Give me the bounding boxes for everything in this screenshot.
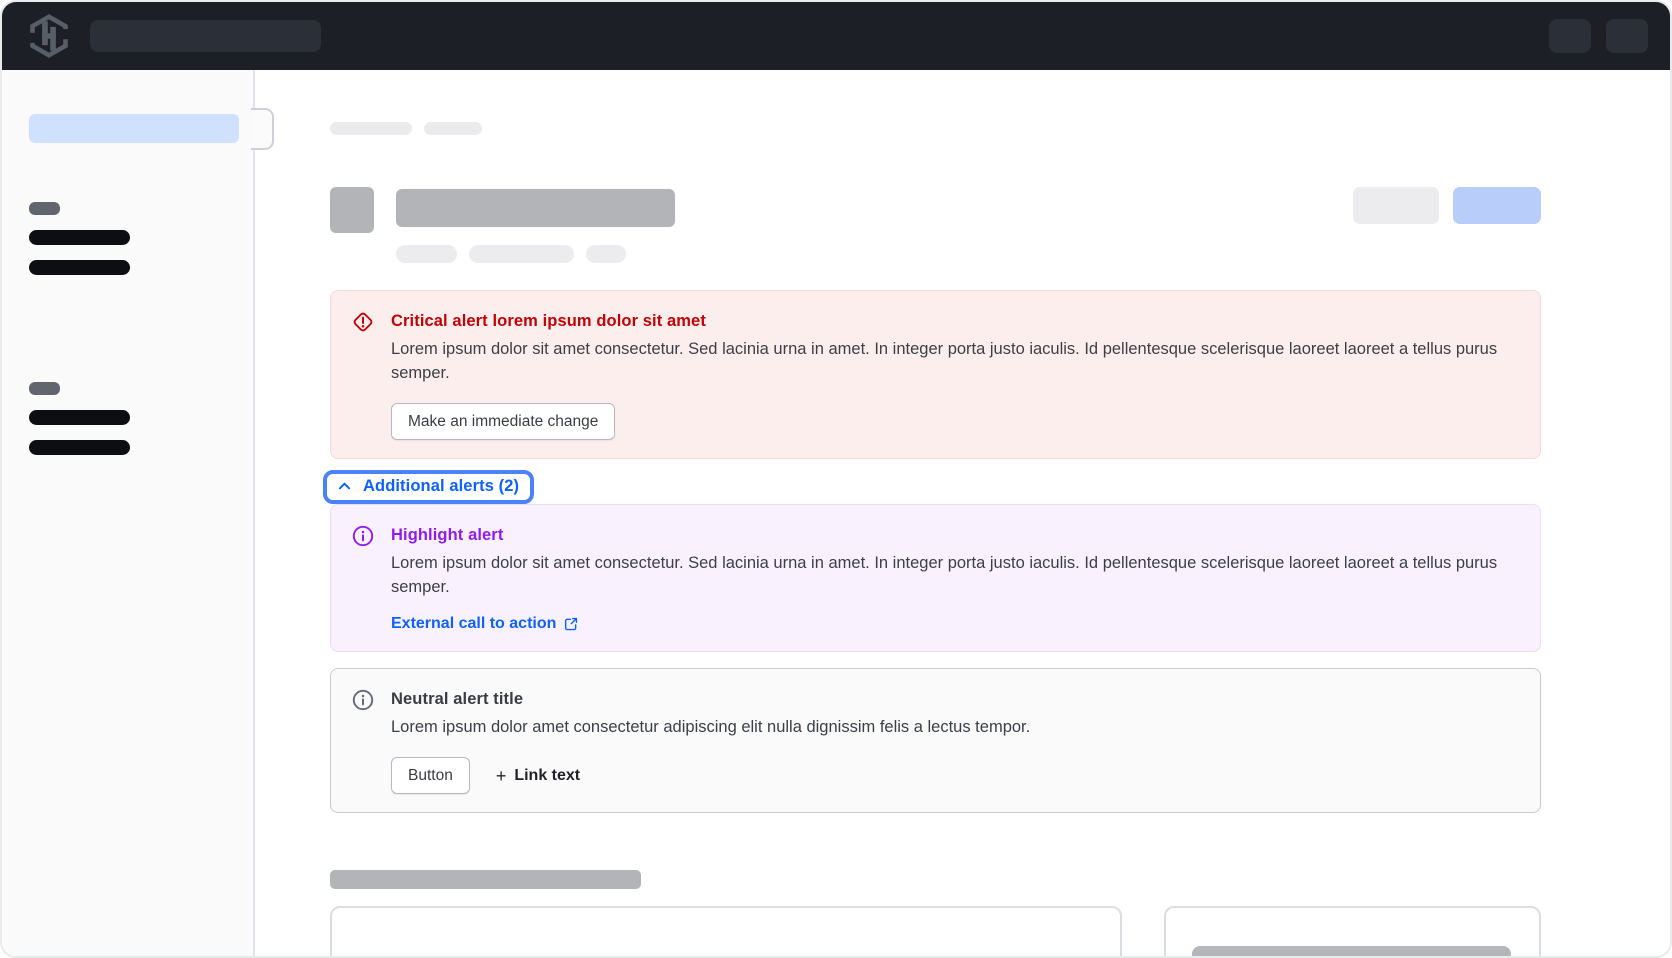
user-menu-skeleton[interactable]: [1606, 19, 1648, 53]
page-icon-skeleton: [330, 187, 374, 233]
neutral-alert-title: Neutral alert title: [391, 687, 1520, 711]
plus-icon: +: [496, 767, 507, 785]
section-title-skeleton: [330, 870, 641, 889]
page-title-skeleton: [396, 189, 675, 227]
sidebar: [2, 70, 255, 958]
sidebar-item-selected-skeleton[interactable]: [29, 114, 239, 143]
primary-button-skeleton[interactable]: [1453, 187, 1541, 224]
sidebar-item-skeleton[interactable]: [29, 260, 130, 275]
critical-alert-title: Critical alert lorem ipsum dolor sit ame…: [391, 309, 1520, 333]
sidebar-item-skeleton[interactable]: [29, 230, 130, 245]
critical-alert: Critical alert lorem ipsum dolor sit ame…: [330, 290, 1541, 459]
neutral-alert: Neutral alert title Lorem ipsum dolor am…: [330, 668, 1541, 813]
page-header-actions: [1353, 187, 1541, 224]
main-content: Critical alert lorem ipsum dolor sit ame…: [255, 70, 1670, 958]
sidebar-collapse-handle[interactable]: [251, 108, 274, 150]
focus-ring: Additional alerts (2): [323, 470, 534, 504]
badge-skeleton: [586, 245, 626, 263]
badge-skeleton: [396, 245, 457, 263]
help-button-skeleton[interactable]: [1549, 19, 1591, 53]
info-circle-icon: [351, 688, 375, 712]
badge-skeleton: [469, 245, 574, 263]
make-immediate-change-button[interactable]: Make an immediate change: [391, 403, 615, 440]
sidebar-section-label-skeleton: [29, 382, 60, 395]
sidebar-item-skeleton[interactable]: [29, 440, 130, 455]
external-call-to-action-link[interactable]: External call to action: [391, 615, 579, 633]
cards-row: [330, 906, 1541, 958]
highlight-alert-description: Lorem ipsum dolor sit amet consectetur. …: [391, 551, 1516, 599]
breadcrumb-item-skeleton[interactable]: [424, 122, 482, 135]
link-text-label: Link text: [514, 767, 580, 785]
sidebar-item-skeleton[interactable]: [29, 410, 130, 425]
secondary-button-skeleton[interactable]: [1353, 187, 1439, 224]
sidebar-section-label-skeleton: [29, 202, 60, 215]
hashicorp-logo-icon: [28, 14, 70, 58]
search-input-skeleton[interactable]: [90, 20, 321, 52]
page-badges: [396, 245, 1541, 263]
neutral-alert-button[interactable]: Button: [391, 757, 470, 794]
highlight-alert: Highlight alert Lorem ipsum dolor sit am…: [330, 504, 1541, 652]
app-window: Critical alert lorem ipsum dolor sit ame…: [0, 0, 1672, 958]
highlight-alert-title: Highlight alert: [391, 523, 1520, 547]
card-skeleton: [330, 906, 1122, 958]
additional-alerts-label: Additional alerts (2): [363, 477, 519, 496]
external-link-icon: [563, 616, 579, 632]
external-link-label: External call to action: [391, 615, 556, 633]
additional-alerts-toggle-wrap: Additional alerts (2): [323, 470, 534, 504]
page-header: [330, 187, 1541, 233]
chevron-up-icon: [336, 478, 353, 495]
link-text-link[interactable]: + Link text: [496, 767, 580, 785]
alert-diamond-icon: [351, 310, 375, 334]
breadcrumb: [330, 122, 1541, 135]
critical-alert-description: Lorem ipsum dolor sit amet consectetur. …: [391, 337, 1516, 385]
info-circle-icon: [351, 524, 375, 548]
breadcrumb-item-skeleton[interactable]: [330, 122, 412, 135]
neutral-alert-description: Lorem ipsum dolor amet consectetur adipi…: [391, 715, 1516, 739]
card-skeleton: [1164, 906, 1541, 958]
additional-alerts-toggle[interactable]: Additional alerts (2): [328, 475, 529, 499]
top-navigation-bar: [2, 2, 1670, 70]
card-content-skeleton: [1192, 946, 1511, 958]
